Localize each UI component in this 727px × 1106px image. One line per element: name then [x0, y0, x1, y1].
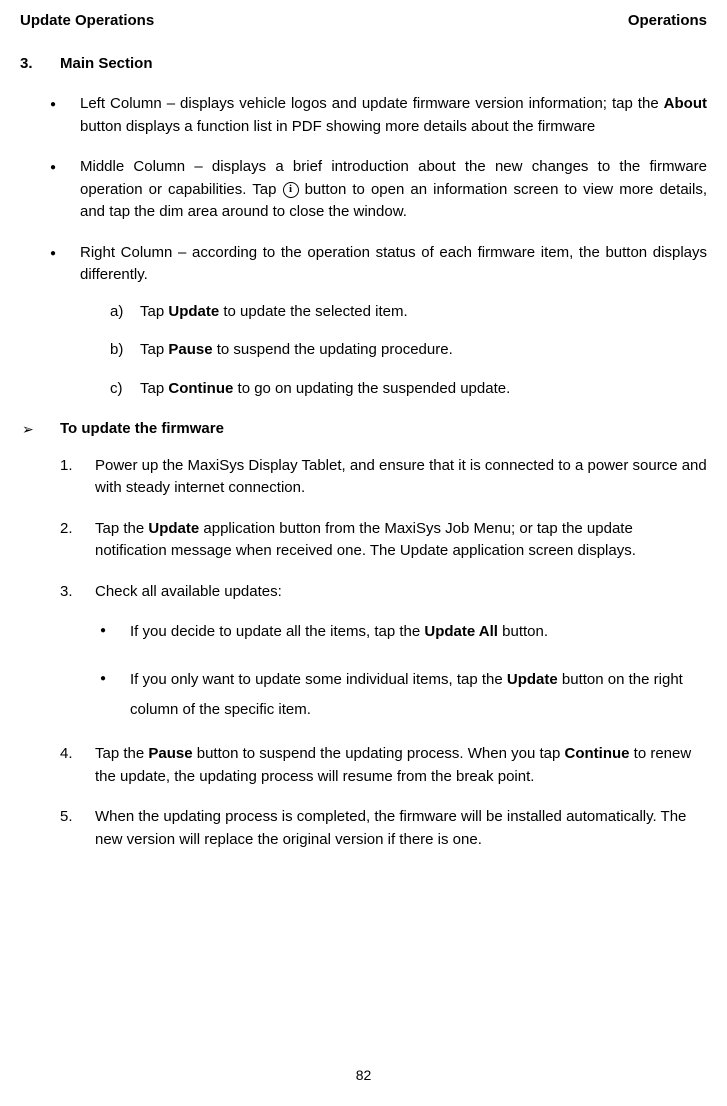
text: Tap the	[95, 520, 148, 537]
sub-item-a: a) Tap Update to update the selected ite…	[110, 301, 707, 324]
bullet-right-column: Right Column – according to the operatio…	[80, 242, 707, 401]
sub-item-c: c) Tap Continue to go on updating the su…	[110, 378, 707, 401]
step-2: 2. Tap the Update application button fro…	[60, 518, 707, 563]
update-bold: Update	[148, 520, 199, 537]
header-left: Update Operations	[20, 10, 154, 33]
text: button displays a function list in PDF s…	[80, 118, 595, 135]
text: Power up the MaxiSys Display Tablet, and…	[95, 457, 707, 497]
update-all-bold: Update All	[424, 623, 498, 640]
step-3: 3. Check all available updates: If you d…	[60, 581, 707, 726]
step-5: 5. When the updating process is complete…	[60, 806, 707, 851]
inner-bullets: If you decide to update all the items, t…	[95, 617, 707, 725]
num-1: 1.	[60, 455, 73, 478]
step-4: 4. Tap the Pause button to suspend the u…	[60, 743, 707, 788]
inner-bullet-b: If you only want to update some individu…	[130, 665, 707, 725]
text: button.	[498, 623, 548, 640]
info-icon: i	[283, 182, 299, 198]
num-3: 3.	[60, 581, 73, 604]
text: Right Column – according to the operatio…	[80, 244, 707, 284]
text: Tap	[140, 380, 168, 397]
sub-ordered-list: a) Tap Update to update the selected ite…	[80, 301, 707, 401]
page-header: Update Operations Operations	[20, 10, 707, 33]
text: button to suspend the updating process. …	[193, 745, 565, 762]
inner-bullet-a: If you decide to update all the items, t…	[130, 617, 707, 647]
text: to update the selected item.	[219, 303, 407, 320]
num-4: 4.	[60, 743, 73, 766]
text: Check all available updates:	[95, 583, 282, 600]
pause-bold: Pause	[148, 745, 192, 762]
bullet-left-column: Left Column – displays vehicle logos and…	[80, 93, 707, 138]
update-bold: Update	[507, 671, 558, 688]
update-bold: Update	[168, 303, 219, 320]
text: to go on updating the suspended update.	[233, 380, 510, 397]
main-bullet-list: Left Column – displays vehicle logos and…	[20, 93, 707, 400]
section-name: Main Section	[60, 55, 153, 72]
text: Tap the	[95, 745, 148, 762]
letter-a: a)	[110, 301, 123, 324]
text: to suspend the updating procedure.	[213, 341, 453, 358]
letter-c: c)	[110, 378, 123, 401]
text: Left Column – displays vehicle logos and…	[80, 95, 664, 112]
num-2: 2.	[60, 518, 73, 541]
page-number: 82	[356, 1065, 372, 1086]
continue-bold: Continue	[168, 380, 233, 397]
about-bold: About	[664, 95, 707, 112]
letter-b: b)	[110, 339, 123, 362]
arrow-section: To update the firmware	[20, 418, 707, 441]
continue-bold: Continue	[565, 745, 630, 762]
text: If you only want to update some individu…	[130, 671, 507, 688]
text: Tap	[140, 341, 168, 358]
step-1: 1. Power up the MaxiSys Display Tablet, …	[60, 455, 707, 500]
sub-item-b: b) Tap Pause to suspend the updating pro…	[110, 339, 707, 362]
section-title: 3.Main Section	[20, 53, 707, 76]
pause-bold: Pause	[168, 341, 212, 358]
arrow-title: To update the firmware	[60, 420, 224, 437]
section-number: 3.	[20, 53, 60, 76]
text: If you decide to update all the items, t…	[130, 623, 424, 640]
numbered-steps: 1. Power up the MaxiSys Display Tablet, …	[20, 455, 707, 852]
bullet-middle-column: Middle Column – displays a brief introdu…	[80, 156, 707, 224]
num-5: 5.	[60, 806, 73, 829]
text: When the updating process is completed, …	[95, 808, 686, 848]
text: Tap	[140, 303, 168, 320]
header-right: Operations	[628, 10, 707, 33]
